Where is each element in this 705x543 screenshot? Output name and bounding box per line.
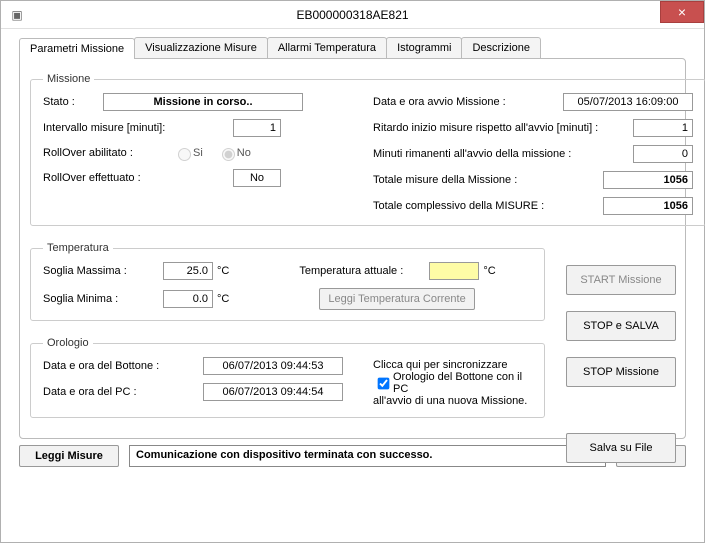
sync-checkbox[interactable] [378,377,390,389]
pc-dt-value: 06/07/2013 09:44:54 [203,383,343,401]
window-title: EB000000318AE821 [1,8,704,22]
orologio-legend: Orologio [43,337,93,349]
close-button[interactable]: × [660,1,704,23]
salva-file-button[interactable]: Salva su File [566,433,676,463]
orologio-group: Orologio Data e ora del Bottone : 06/07/… [30,337,545,418]
rollover-si-radio[interactable]: Si [173,145,203,161]
totale-missione-label: Totale misure della Missione : [373,174,603,186]
app-icon: ▣ [7,5,27,25]
tab-parametri-missione[interactable]: Parametri Missione [19,38,135,59]
side-buttons: START Missione STOP e SALVA STOP Mission… [566,265,676,463]
sync-text-line2: Orologio del Bottone con il PC [393,371,532,395]
bottone-dt-value: 06/07/2013 09:44:53 [203,357,343,375]
tabs: Parametri Missione Visualizzazione Misur… [19,37,686,58]
tab-descrizione[interactable]: Descrizione [461,37,540,58]
titlebar: ▣ EB000000318AE821 × [1,1,704,29]
stato-label: Stato : [43,96,103,108]
soglia-minima-label: Soglia Minima : [43,293,163,305]
rollover-effettuato-value: No [233,169,281,187]
soglia-minima-value: 0.0 [163,290,213,308]
tab-visualizzazione-misure[interactable]: Visualizzazione Misure [134,37,268,58]
totale-complessivo-label: Totale complessivo della MISURE : [373,200,603,212]
stop-missione-button[interactable]: STOP Missione [566,357,676,387]
avvio-value: 05/07/2013 16:09:00 [563,93,693,111]
sync-text-line1: Clicca qui per sincronizzare [373,359,532,371]
bottone-dt-label: Data e ora del Bottone : [43,360,203,372]
start-missione-button[interactable]: START Missione [566,265,676,295]
ritardo-label: Ritardo inizio misure rispetto all'avvio… [373,122,633,134]
rollover-no-radio[interactable]: No [217,145,251,161]
totale-complessivo-value: 1056 [603,197,693,215]
tab-panel: Missione Stato : Missione in corso.. Int… [19,58,686,439]
sync-text-line3: all'avvio di una nuova Missione. [373,395,532,407]
stop-salva-button[interactable]: STOP e SALVA [566,311,676,341]
tab-allarmi-temperatura[interactable]: Allarmi Temperatura [267,37,387,58]
ritardo-value: 1 [633,119,693,137]
content: Parametri Missione Visualizzazione Misur… [1,29,704,475]
intervallo-label: Intervallo misure [minuti]: [43,122,233,134]
leggi-misure-button[interactable]: Leggi Misure [19,445,119,467]
missione-group: Missione Stato : Missione in corso.. Int… [30,73,705,226]
stato-value: Missione in corso.. [103,93,303,111]
window: ▣ EB000000318AE821 × Parametri Missione … [0,0,705,543]
rimanenti-value: 0 [633,145,693,163]
avvio-label: Data e ora avvio Missione : [373,96,563,108]
leggi-temperatura-button[interactable]: Leggi Temperatura Corrente [319,288,474,310]
temperatura-group: Temperatura Soglia Massima : 25.0 °C Tem… [30,242,545,321]
rimanenti-label: Minuti rimanenti all'avvio della mission… [373,148,633,160]
unit-c-1: °C [217,265,229,277]
soglia-massima-value: 25.0 [163,262,213,280]
rollover-effettuato-label: RollOver effettuato : [43,172,233,184]
temp-attuale-value [429,262,479,280]
temperatura-legend: Temperatura [43,242,113,254]
missione-legend: Missione [43,73,94,85]
unit-c-3: °C [217,293,229,305]
tab-istogrammi[interactable]: Istogrammi [386,37,462,58]
intervallo-value: 1 [233,119,281,137]
temp-attuale-label: Temperatura attuale : [299,265,429,277]
unit-c-2: °C [483,265,495,277]
soglia-massima-label: Soglia Massima : [43,265,163,277]
totale-missione-value: 1056 [603,171,693,189]
pc-dt-label: Data e ora del PC : [43,386,203,398]
rollover-abilitato-label: RollOver abilitato : [43,147,173,159]
status-bar: Comunicazione con dispositivo terminata … [129,445,606,467]
